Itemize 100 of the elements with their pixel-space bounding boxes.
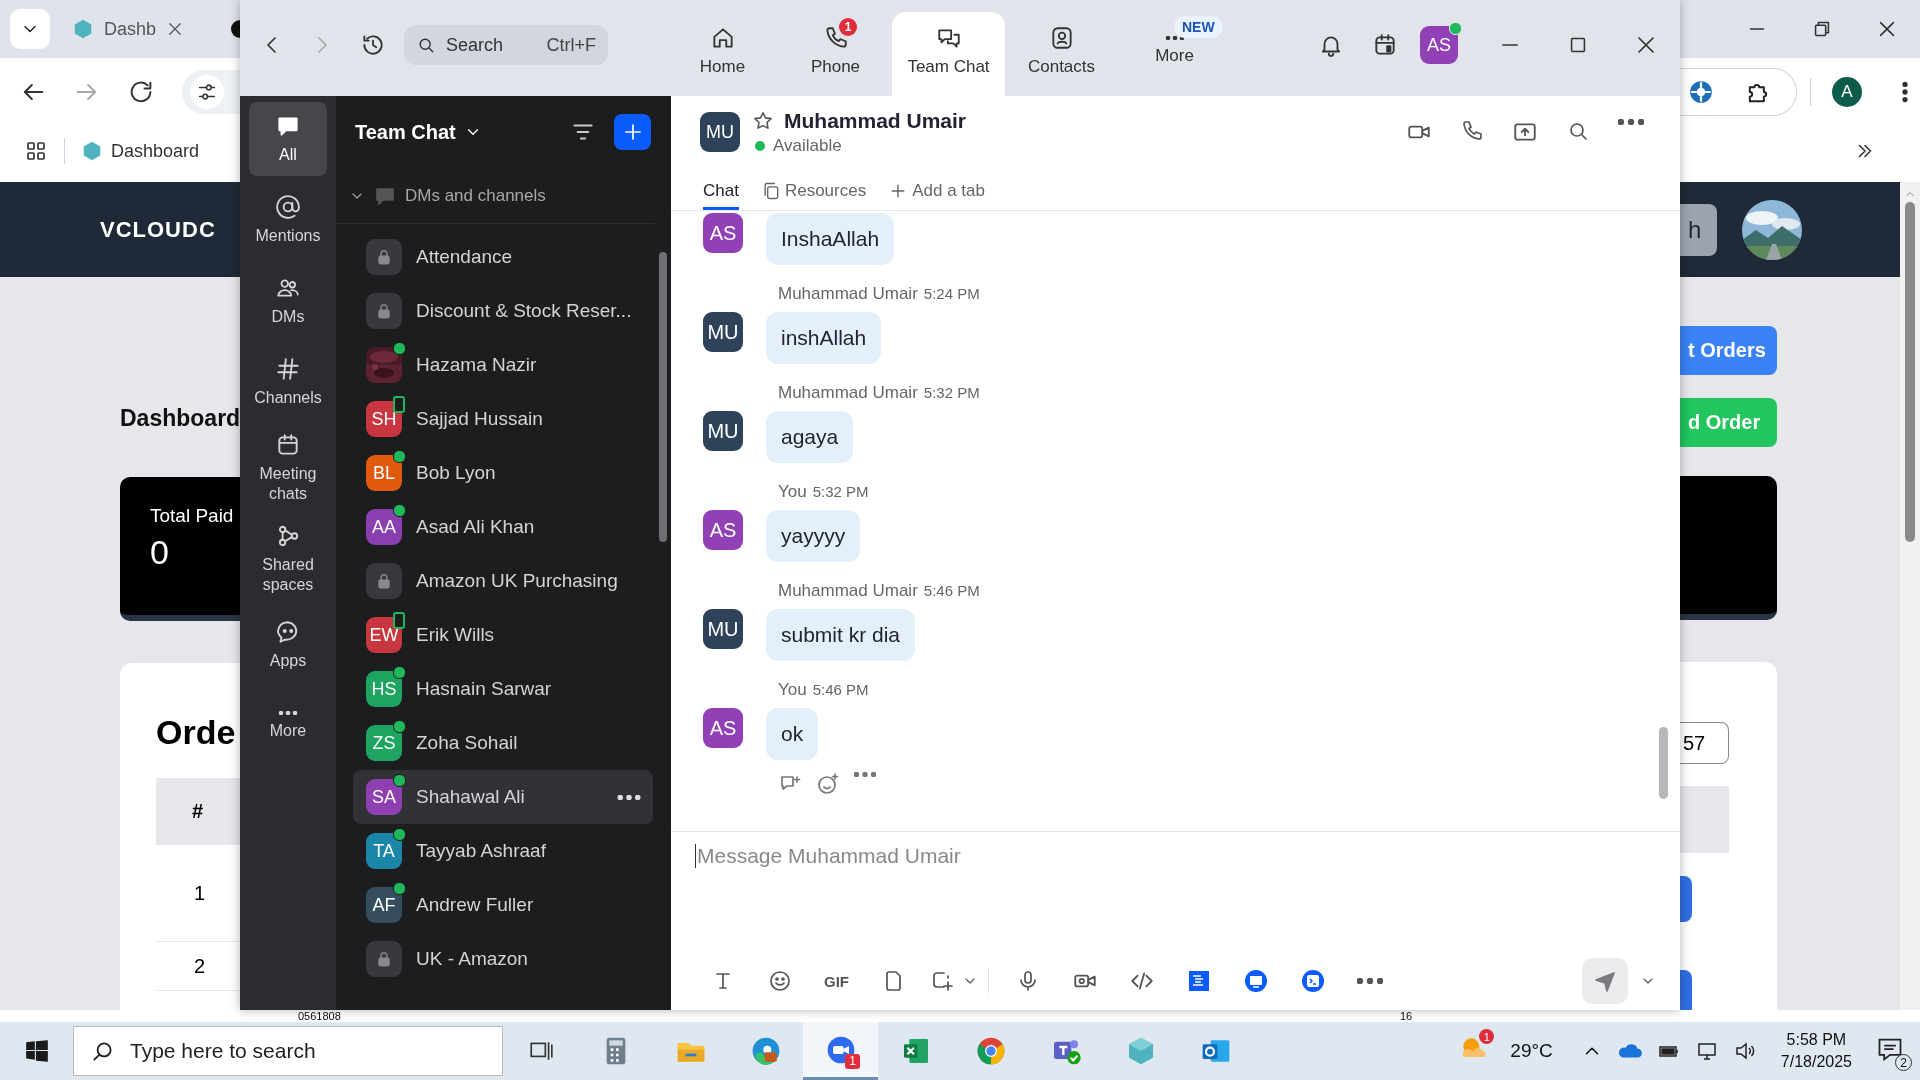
user-avatar: BL (366, 455, 402, 491)
bookmark-link[interactable]: Dashboard (81, 140, 200, 162)
send-button[interactable] (1582, 958, 1628, 1004)
user-avatar: AS (703, 213, 743, 253)
user-avatar: MU (700, 112, 740, 152)
sidebar-item[interactable]: Mentions (249, 183, 327, 257)
message-time: 5:32 PM (923, 384, 980, 401)
at-sign-icon (275, 194, 301, 220)
app-icon[interactable] (1300, 969, 1325, 993)
message-time: 5:32 PM (812, 483, 869, 500)
search-field[interactable]: 57 (1680, 722, 1729, 764)
nav-tab[interactable]: 1 Phone (779, 12, 892, 96)
tab-favicon-icon[interactable] (231, 20, 240, 38)
chat-list-item[interactable]: Discount & Stock Reser... (353, 284, 653, 338)
gif-button[interactable]: GIF (824, 972, 849, 990)
nav-tab[interactable]: NEW More (1118, 12, 1231, 96)
chat-tab[interactable]: Resources (760, 174, 867, 210)
row-action-button[interactable] (1680, 970, 1692, 1010)
app-icon[interactable] (1243, 969, 1268, 993)
chat-list-item[interactable]: EW Erik Wills (353, 608, 653, 662)
header-button[interactable]: h (1680, 203, 1717, 256)
sidebar-item[interactable]: All (249, 102, 327, 176)
site-logo[interactable]: VCLOUDC (100, 216, 216, 243)
temperature[interactable]: 29°C (1510, 1040, 1553, 1062)
taskbar-app[interactable]: 1 (803, 1022, 878, 1080)
sidebar-item[interactable]: Apps (249, 608, 327, 682)
chat-list-item[interactable]: SA Shahawal Ali (353, 770, 653, 824)
windows-logo-icon[interactable] (23, 1038, 50, 1064)
chat-list-item[interactable]: SH Sajjad Hussain (353, 392, 653, 446)
extension-icon[interactable] (1688, 78, 1714, 105)
apps-grid-icon[interactable] (24, 139, 48, 163)
app-icon[interactable] (1186, 969, 1211, 993)
chat-list-item[interactable]: BL Bob Lyon (353, 446, 653, 500)
scrollbar[interactable] (659, 252, 667, 542)
more-icon[interactable] (1618, 119, 1644, 125)
section-header[interactable]: DMs and channels (336, 168, 655, 224)
page-heading: Dashboard (120, 405, 240, 432)
message-input[interactable]: Message Muhammad Umair (695, 844, 1680, 868)
chat-list-item[interactable]: ZS Zoha Sohail (353, 716, 653, 770)
action-button[interactable]: t Orders (1680, 326, 1777, 375)
chat-list-item[interactable]: AA Asad Ali Khan (353, 500, 653, 554)
message-time: 5:46 PM (812, 681, 869, 698)
sidebar-item[interactable]: Meeting chats (249, 426, 327, 510)
calendar-icon[interactable] (1372, 32, 1398, 58)
taskbar-search-field[interactable]: Type here to search (73, 1026, 503, 1076)
diamond-icon (72, 18, 94, 40)
chat-list-item[interactable]: Attendance (353, 230, 653, 284)
nav-tab[interactable]: Home (666, 12, 779, 96)
table-cell: 1 (194, 881, 206, 905)
sidebar-item[interactable]: Shared spaces (249, 517, 327, 601)
lock-icon (366, 563, 402, 599)
chat-list-item[interactable]: UK - Amazon (353, 932, 653, 986)
message-bubble: agaya (766, 411, 854, 463)
site-info-button[interactable] (182, 69, 240, 114)
new-chat-button[interactable] (614, 114, 651, 150)
chat-tab[interactable]: Chat (703, 174, 739, 210)
screenshot-icon[interactable] (930, 969, 954, 993)
chat-list-item[interactable]: TA Tayyab Ashraaf (353, 824, 653, 878)
user-avatar: MU (703, 411, 743, 451)
nav-tab[interactable]: Team Chat (892, 12, 1005, 96)
table-cell: 2 (194, 954, 206, 978)
count-badge: 1 (845, 1054, 860, 1069)
scrollbar-track[interactable] (1900, 182, 1920, 1010)
count-badge: 2 (1895, 1054, 1912, 1071)
scrollbar[interactable] (1659, 727, 1668, 799)
user-avatar: AS (703, 708, 743, 748)
chat-list-item[interactable]: HS Hasnain Sarwar (353, 662, 653, 716)
sidebar-item[interactable]: More (249, 689, 327, 763)
row-action-button[interactable] (1680, 876, 1692, 922)
profile-avatar[interactable]: A (1832, 76, 1862, 107)
add-reaction-icon[interactable] (816, 772, 840, 796)
clock[interactable]: 5:58 PM 7/18/2025 (1780, 1029, 1852, 1073)
user-avatar: AS (703, 510, 743, 550)
hash-icon (275, 356, 301, 382)
sidebar-item[interactable]: DMs (249, 264, 327, 338)
table-cell-text: 16 (1400, 1010, 1414, 1022)
list-title-dropdown[interactable]: Team Chat (355, 120, 482, 144)
more-icon[interactable] (1356, 978, 1383, 984)
more-icon[interactable] (854, 772, 876, 777)
history-icon[interactable] (360, 32, 386, 58)
chat-list-item[interactable]: Hazama Nazir (353, 338, 653, 392)
message-bubble: ok (766, 708, 819, 760)
star-icon[interactable] (752, 109, 774, 132)
stat-label: Total Paid (150, 505, 235, 527)
add-tab-button[interactable]: Add a tab (888, 174, 985, 210)
message-time: 5:46 PM (923, 582, 980, 599)
search-field[interactable]: Search Ctrl+F (404, 25, 608, 65)
user-avatar: SH (366, 401, 402, 437)
more-dots-icon[interactable] (617, 794, 641, 800)
phone-icon[interactable] (1460, 119, 1484, 143)
count-badge: 1 (1479, 1029, 1495, 1044)
emoji-icon[interactable] (767, 969, 792, 993)
message-author: You (778, 680, 807, 700)
sidebar-item[interactable]: Channels (249, 345, 327, 419)
send-icon (1593, 969, 1617, 993)
scrollbar-thumb[interactable] (1905, 202, 1915, 542)
chat-list-item[interactable]: AF Andrew Fuller (353, 878, 653, 932)
nav-tab[interactable]: Contacts (1005, 12, 1118, 96)
lock-icon (366, 239, 402, 275)
chat-list-item[interactable]: Amazon UK Purchasing (353, 554, 653, 608)
